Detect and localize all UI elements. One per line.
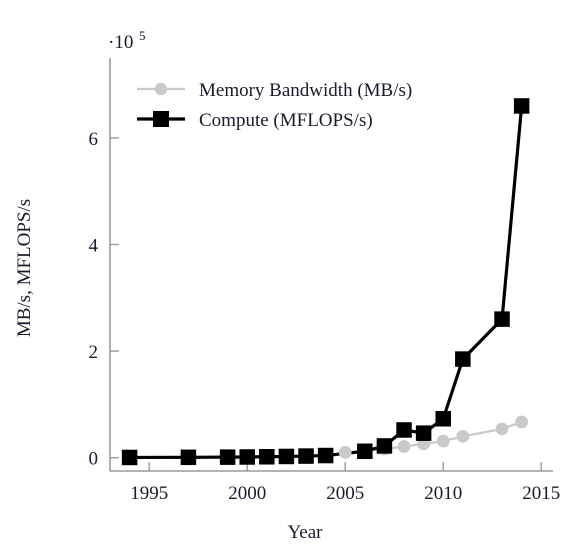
y-axis-multiplier-exponent: 5 — [139, 28, 146, 43]
data-point-compute — [259, 449, 275, 465]
data-point-compute — [121, 449, 138, 466]
data-point-compute — [396, 422, 412, 438]
y-tick-label: 0 — [89, 449, 99, 470]
chart-container: ·10 5 0 2 4 6 1995 2000 2005 2010 2015 Memory B… — [0, 0, 583, 556]
y-axis-title: MB/s, MFLOPS/s — [14, 199, 35, 337]
series-line-compute — [129, 105, 524, 460]
data-point-memory-bandwidth — [495, 422, 509, 436]
y-tick-label: 4 — [89, 236, 99, 257]
data-point-compute — [435, 411, 451, 427]
x-tick-label: 1995 — [130, 483, 168, 504]
data-point-compute — [317, 447, 334, 464]
legend-label-compute: Compute (MFLOPS/s) — [199, 110, 373, 131]
y-axis-multiplier-label: ·10 — [108, 32, 133, 53]
data-point-compute — [494, 311, 510, 327]
data-point-memory-bandwidth — [338, 445, 352, 459]
data-point-compute — [415, 425, 432, 441]
data-point-compute — [278, 448, 295, 465]
legend-marker-compute — [153, 111, 169, 127]
data-point-compute — [513, 98, 530, 114]
legend-label-memory-bandwidth: Memory Bandwidth (MB/s) — [199, 80, 412, 101]
y-tick-label: 2 — [89, 342, 99, 363]
data-point-memory-bandwidth — [436, 434, 450, 448]
x-tick-label: 2010 — [424, 483, 462, 504]
data-point-compute — [357, 443, 373, 460]
data-point-memory-bandwidth — [397, 440, 411, 453]
data-point-memory-bandwidth — [515, 415, 529, 429]
legend-marker-memory-bandwidth — [154, 82, 168, 96]
data-point-compute — [239, 449, 255, 465]
data-point-memory-bandwidth — [456, 429, 470, 443]
x-tick-label: 2005 — [326, 483, 364, 504]
x-tick-label: 2000 — [228, 483, 266, 504]
line-chart: ·10 5 0 2 4 6 1995 2000 2005 2010 2015 Memory B… — [14, 28, 560, 543]
data-point-compute — [376, 438, 393, 454]
data-point-compute — [219, 449, 236, 465]
x-tick-label: 2015 — [522, 483, 560, 504]
x-axis-ticks: 1995 2000 2005 2010 2015 — [130, 462, 560, 504]
data-point-compute — [180, 449, 197, 466]
data-series-group — [121, 98, 530, 466]
y-axis-ticks: 0 2 4 6 — [89, 129, 119, 470]
data-point-compute — [455, 351, 471, 367]
y-tick-label: 6 — [89, 129, 99, 150]
chart-legend: Memory Bandwidth (MB/s) Compute (MFLOPS/… — [137, 80, 412, 131]
series-markers-compute — [121, 98, 530, 466]
data-point-compute — [298, 448, 314, 464]
x-axis-title: Year — [287, 522, 323, 543]
